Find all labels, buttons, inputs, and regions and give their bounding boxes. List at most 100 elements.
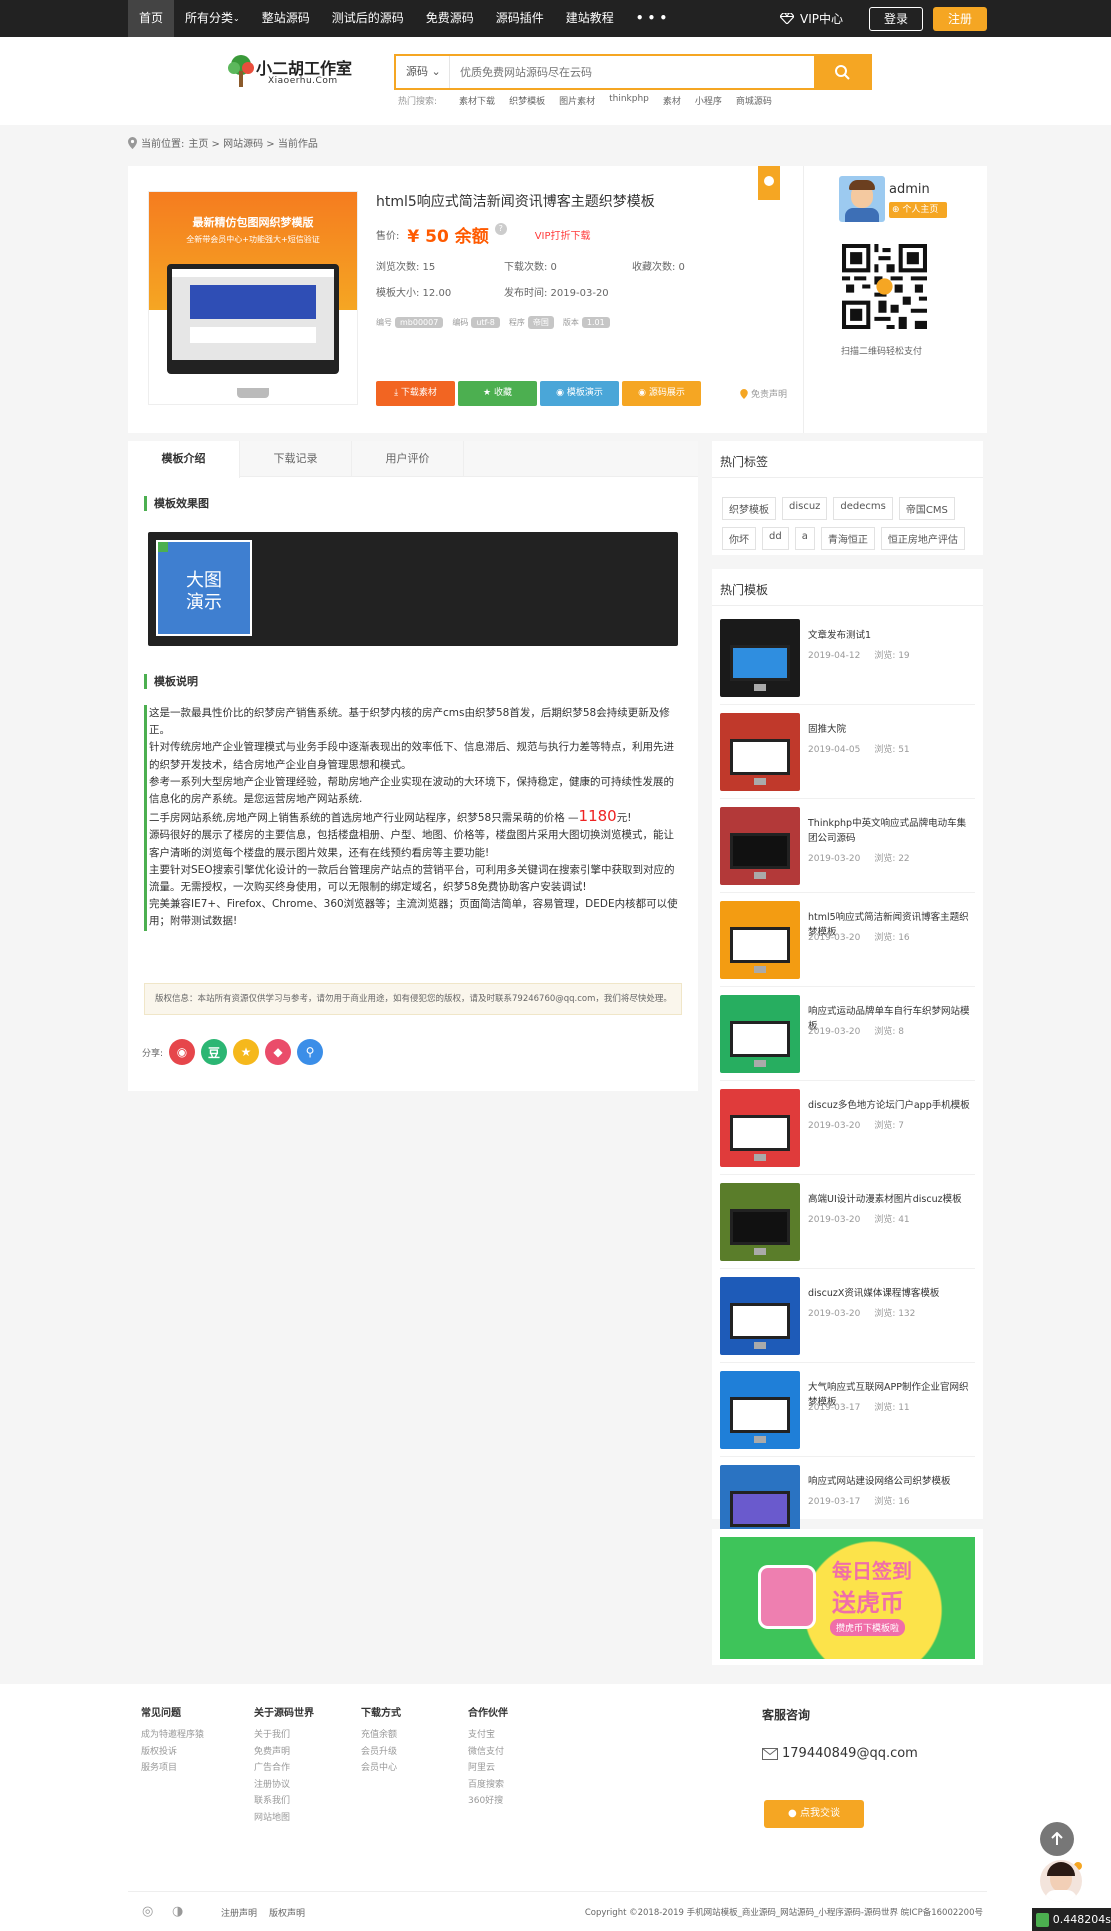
nav-home[interactable]: 首页 (128, 0, 175, 37)
nav-plugins[interactable]: 源码插件 (485, 0, 555, 37)
hot-template-title[interactable]: Thinkphp中英文响应式品牌电动车集团公司源码 (808, 816, 975, 846)
search-button[interactable] (814, 56, 870, 88)
checkin-ad-banner[interactable]: 每日签到 送虎币 攒虎币下模板啦 (712, 1529, 983, 1665)
vip-center-link[interactable]: VIP中心 (780, 10, 843, 27)
disclaimer-link[interactable]: 免责声明 (740, 387, 787, 400)
tab-download-log[interactable]: 下载记录 (240, 441, 352, 477)
hot-template-item[interactable]: html5响应式简洁新闻资讯博客主题织梦模板 2019-03-20 浏览: 16 (720, 893, 975, 987)
hot-template-item[interactable]: 响应式运动品牌单车自行车织梦网站模板 2019-03-20 浏览: 8 (720, 987, 975, 1081)
hot-term[interactable]: thinkphp (609, 94, 649, 107)
footer-bottom-link[interactable]: 注册声明 (221, 1906, 257, 1919)
footer-link[interactable]: 阿里云 (468, 1760, 508, 1777)
hot-template-item[interactable]: Thinkphp中英文响应式品牌电动车集团公司源码 2019-03-20 浏览: 2… (720, 799, 975, 893)
hot-term[interactable]: 小程序 (695, 94, 722, 107)
tag-item[interactable]: a (794, 527, 815, 550)
search-type-select[interactable]: 源码 ⌄ (396, 56, 450, 88)
nav-free-source[interactable]: 免费源码 (415, 0, 485, 37)
hot-template-thumbnail[interactable] (720, 1089, 800, 1167)
hot-template-thumbnail[interactable] (720, 619, 800, 697)
tag-item[interactable]: dd (762, 527, 789, 550)
hot-template-thumbnail[interactable] (720, 995, 800, 1073)
hot-template-item[interactable]: 固推大院 2019-04-05 浏览: 51 (720, 705, 975, 799)
hot-template-item[interactable]: 大气响应式互联网APP制作企业官网织梦模板 2019-03-17 浏览: 11 (720, 1363, 975, 1457)
hot-template-title[interactable]: 固推大院 (808, 722, 975, 737)
tag-item[interactable]: 你坏 (722, 527, 756, 550)
author-name[interactable]: admin (889, 182, 930, 197)
register-button[interactable]: 注册 (933, 6, 987, 31)
footer-link[interactable]: 版权投诉 (141, 1744, 204, 1761)
service-email[interactable]: 179440849@qq.com (762, 1746, 918, 1761)
hot-term[interactable]: 图片素材 (559, 94, 595, 107)
hot-term[interactable]: 织梦模板 (509, 94, 545, 107)
footer-link[interactable]: 360好搜 (468, 1793, 508, 1810)
qzone-share-icon[interactable]: ★ (233, 1039, 260, 1065)
nav-all-categories[interactable]: 所有分类⌄ (174, 0, 251, 37)
tag-item[interactable]: 青海恒正 (820, 527, 875, 550)
hot-template-thumbnail[interactable] (720, 713, 800, 791)
footer-link[interactable]: 广告合作 (254, 1760, 314, 1777)
footer-link[interactable]: 充值余额 (361, 1727, 401, 1744)
nav-tutorials[interactable]: 建站教程 (555, 0, 625, 37)
tag-item[interactable]: discuz (782, 497, 828, 520)
tag-item[interactable]: 恒正房地产评估 (880, 527, 965, 550)
site-logo[interactable]: 小二胡工作室 Xiaoerhu.Com (226, 51, 356, 97)
hot-template-item[interactable]: discuz多色地方论坛门户app手机模板 2019-03-20 浏览: 7 (720, 1081, 975, 1175)
footer-link[interactable]: 联系我们 (254, 1793, 314, 1810)
hot-term[interactable]: 素材下载 (459, 94, 495, 107)
vip-download-link[interactable]: VIP打折下载 (535, 227, 591, 242)
wechat-icon[interactable]: ◑ (172, 1904, 183, 1919)
hot-template-item[interactable]: 文章发布测试1 2019-04-12 浏览: 19 (720, 611, 975, 705)
author-home-button[interactable]: ⊕ 个人主页 (889, 202, 947, 218)
hot-template-title[interactable]: discuz多色地方论坛门户app手机模板 (808, 1098, 975, 1113)
hot-template-title[interactable]: 响应式网站建设网络公司织梦模板 (808, 1474, 975, 1489)
footer-link[interactable]: 支付宝 (468, 1727, 508, 1744)
tab-intro[interactable]: 模板介绍 (128, 441, 240, 478)
footer-link[interactable]: 关于我们 (254, 1727, 314, 1744)
nav-more[interactable]: • • • (625, 0, 678, 37)
tag-item[interactable]: dedecms (833, 497, 893, 520)
big-image-demo[interactable]: 大图 演示 (156, 540, 252, 636)
tab-reviews[interactable]: 用户评价 (352, 441, 464, 477)
footer-bottom-link[interactable]: 版权声明 (269, 1906, 305, 1919)
footer-link[interactable]: 会员中心 (361, 1760, 401, 1777)
hot-term[interactable]: 素材 (663, 94, 681, 107)
breadcrumb-path[interactable]: 主页 > 网站源码 > 当前作品 (188, 135, 317, 150)
hot-template-thumbnail[interactable] (720, 901, 800, 979)
hot-template-title[interactable]: discuzX资讯媒体课程博客模板 (808, 1286, 975, 1301)
source-preview-button[interactable]: ◉ 源码展示 (622, 381, 701, 406)
weibo-share-icon[interactable]: ◉ (169, 1039, 196, 1065)
hot-template-item[interactable]: discuzX资讯媒体课程博客模板 2019-03-20 浏览: 132 (720, 1269, 975, 1363)
demo-button[interactable]: ◉ 模板演示 (540, 381, 619, 406)
footer-link[interactable]: 会员升级 (361, 1744, 401, 1761)
hot-template-thumbnail[interactable] (720, 1277, 800, 1355)
back-to-top-button[interactable] (1040, 1822, 1074, 1856)
consult-button[interactable]: ● 点我交谈 (764, 1800, 864, 1828)
nav-tested-source[interactable]: 测试后的源码 (321, 0, 415, 37)
weibo-icon[interactable]: ◎ (142, 1904, 153, 1919)
search-input[interactable] (450, 56, 814, 88)
hot-template-item[interactable]: 高端UI设计动漫素材图片discuz模板 2019-03-20 浏览: 41 (720, 1175, 975, 1269)
footer-link[interactable]: 网站地图 (254, 1810, 314, 1827)
hot-term[interactable]: 商城源码 (736, 94, 772, 107)
footer-link[interactable]: 成为特邀程序猿 (141, 1727, 204, 1744)
download-button[interactable]: ⤓ 下载素材 (376, 381, 455, 406)
nav-full-site-source[interactable]: 整站源码 (251, 0, 321, 37)
customer-service-avatar[interactable] (1040, 1860, 1082, 1902)
favorite-button[interactable]: ★ 收藏 (458, 381, 537, 406)
hot-template-title[interactable]: 高端UI设计动漫素材图片discuz模板 (808, 1192, 975, 1207)
footer-link[interactable]: 服务项目 (141, 1760, 204, 1777)
footer-link[interactable]: 百度搜索 (468, 1777, 508, 1794)
hot-template-thumbnail[interactable] (720, 807, 800, 885)
tag-item[interactable]: 织梦模板 (722, 497, 776, 520)
footer-link[interactable]: 微信支付 (468, 1744, 508, 1761)
login-button[interactable]: 登录 (869, 6, 923, 31)
link-share-icon[interactable]: ⚲ (297, 1039, 324, 1065)
tencent-share-icon[interactable]: ◆ (265, 1039, 292, 1065)
avatar[interactable] (839, 176, 885, 222)
footer-link[interactable]: 免费声明 (254, 1744, 314, 1761)
footer-link[interactable]: 注册协议 (254, 1777, 314, 1794)
hot-template-thumbnail[interactable] (720, 1183, 800, 1261)
hot-template-thumbnail[interactable] (720, 1371, 800, 1449)
hot-template-title[interactable]: 文章发布测试1 (808, 628, 975, 643)
tag-item[interactable]: 帝国CMS (898, 497, 955, 520)
